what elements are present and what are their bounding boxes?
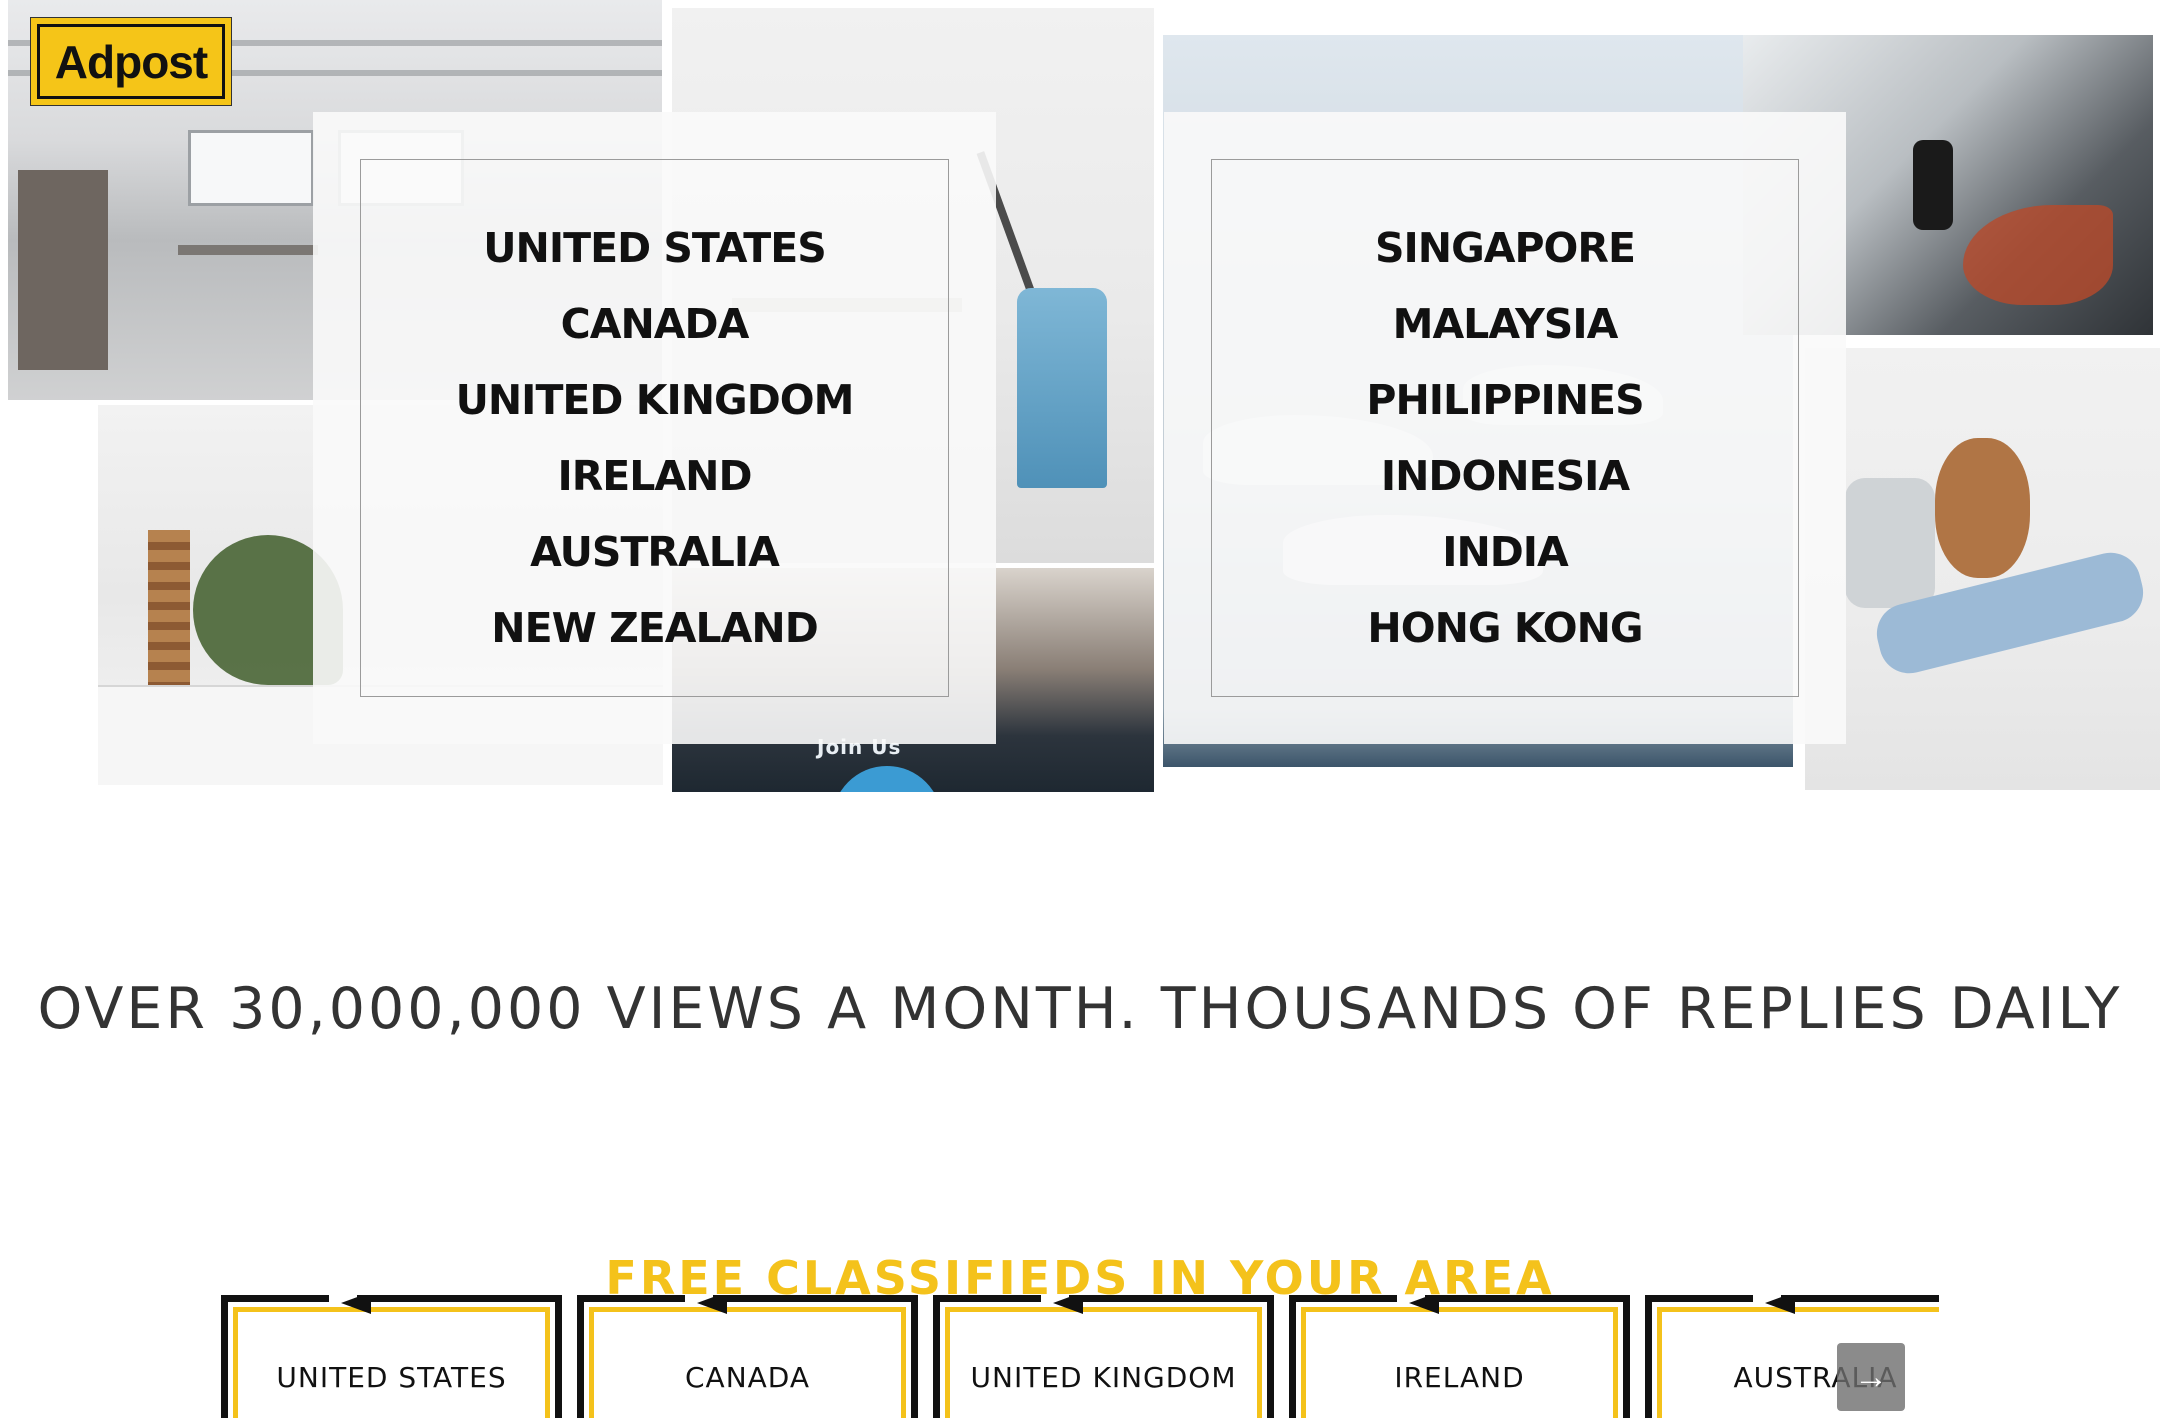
arrow-left-icon [1409,1295,1439,1314]
country-list-right: SINGAPORE MALAYSIA PHILIPPINES INDONESIA… [1164,210,1846,666]
arrow-left-icon [697,1295,727,1314]
arrow-left-icon [1765,1295,1795,1314]
country-link-hong-kong[interactable]: HONG KONG [1164,590,1846,666]
country-link-philippines[interactable]: PHILIPPINES [1164,362,1846,438]
adpost-logo[interactable]: Adpost [30,17,232,106]
woman-dog-photo [1805,348,2160,790]
area-tile-united-kingdom[interactable]: UNITED KINGDOM [933,1295,1274,1418]
country-link-indonesia[interactable]: INDONESIA [1164,438,1846,514]
carousel-next-button[interactable]: → [1837,1343,1905,1411]
area-tile-label: UNITED STATES [276,1361,507,1394]
area-tile-label: UNITED KINGDOM [970,1361,1237,1394]
country-list-left: UNITED STATES CANADA UNITED KINGDOM IREL… [313,210,996,666]
country-link-united-states[interactable]: UNITED STATES [313,210,996,286]
hero-collage: Join Us UNITED STATES CANADA UNITED KING… [0,0,2160,800]
arrow-left-icon [341,1295,371,1314]
country-link-new-zealand[interactable]: NEW ZEALAND [313,590,996,666]
country-link-united-kingdom[interactable]: UNITED KINGDOM [313,362,996,438]
country-link-ireland[interactable]: IRELAND [313,438,996,514]
logo-text: Adpost [54,35,208,88]
logo-frame: Adpost [37,24,225,99]
country-link-singapore[interactable]: SINGAPORE [1164,210,1846,286]
country-link-canada[interactable]: CANADA [313,286,996,362]
area-tile-label: CANADA [684,1361,811,1394]
area-carousel: UNITED STATES CANADA UNITED KINGDOM IREL… [221,1295,1939,1418]
area-tile-united-states[interactable]: UNITED STATES [221,1295,562,1418]
area-tile-label: IRELAND [1394,1361,1525,1394]
arrow-left-icon [1053,1295,1083,1314]
country-card-left: UNITED STATES CANADA UNITED KINGDOM IREL… [313,112,996,744]
page-headline: OVER 30,000,000 VIEWS A MONTH. THOUSANDS… [37,976,2123,1043]
country-link-india[interactable]: INDIA [1164,514,1846,590]
country-card-right: SINGAPORE MALAYSIA PHILIPPINES INDONESIA… [1164,112,1846,744]
arrow-right-icon: → [1854,1358,1888,1396]
area-tile-canada[interactable]: CANADA [577,1295,918,1418]
country-link-australia[interactable]: AUSTRALIA [313,514,996,590]
country-link-malaysia[interactable]: MALAYSIA [1164,286,1846,362]
area-tile-ireland[interactable]: IRELAND [1289,1295,1630,1418]
